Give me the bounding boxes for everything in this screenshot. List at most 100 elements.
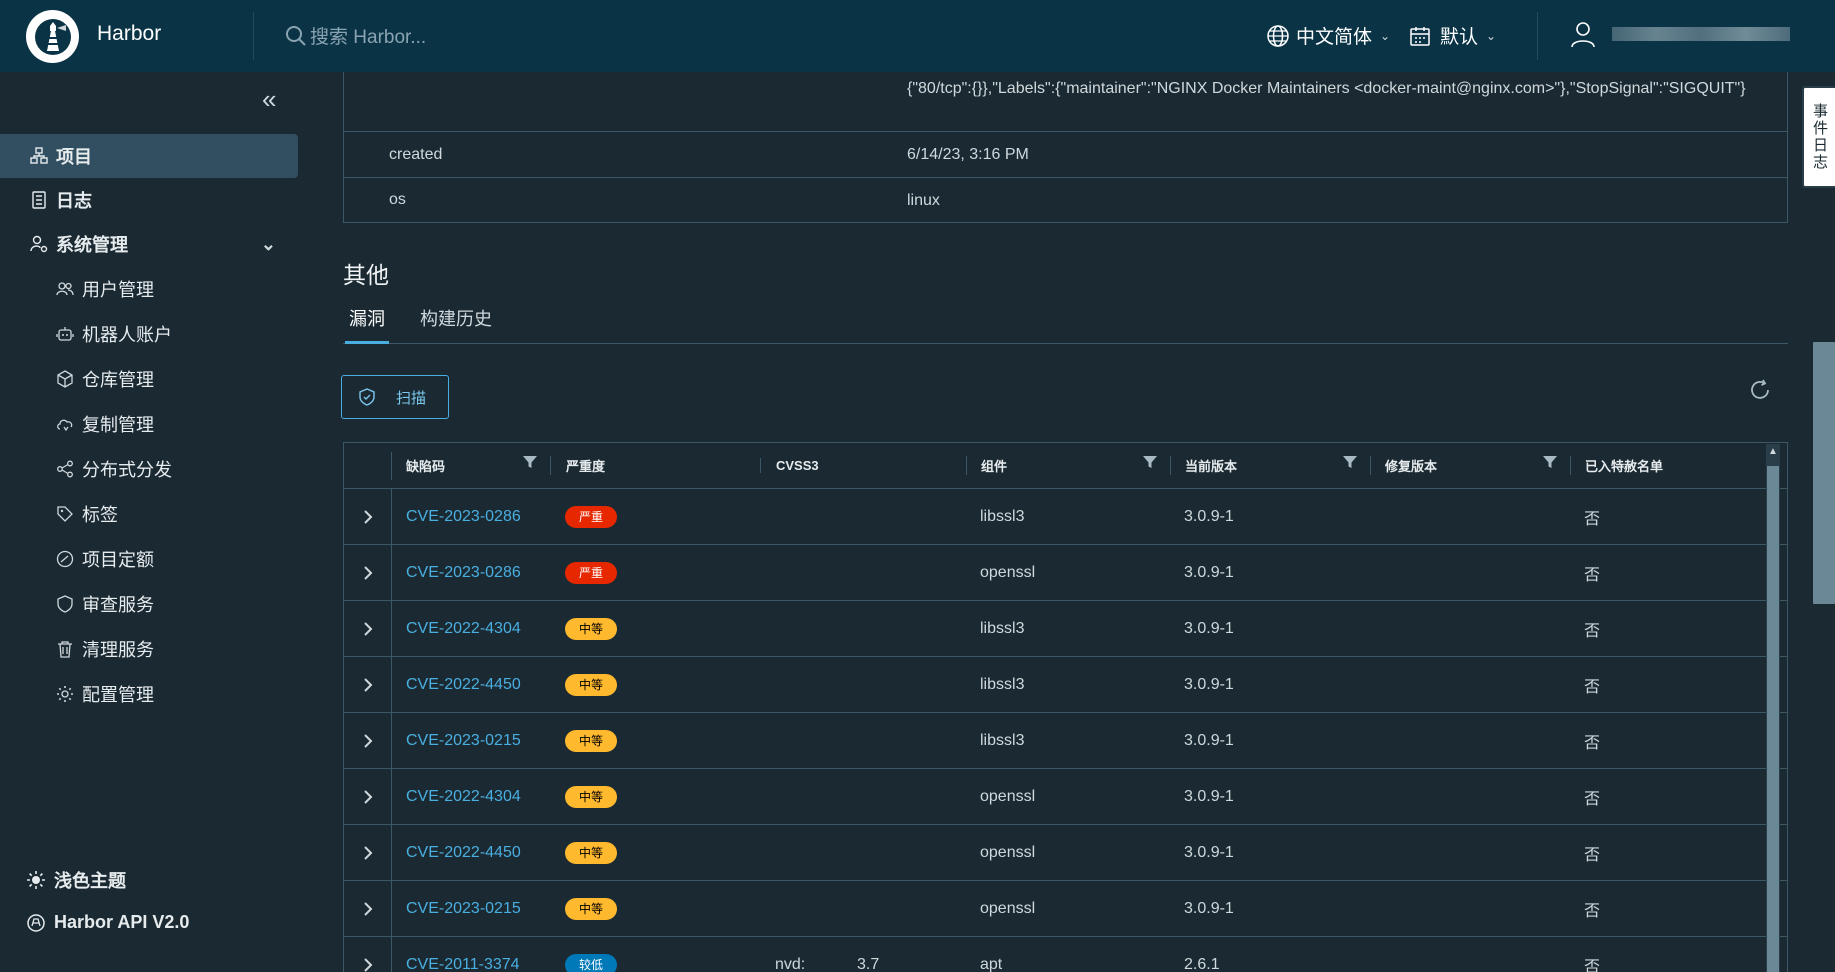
- globe-icon: [1267, 24, 1289, 47]
- row-expander[interactable]: [344, 769, 392, 824]
- row-expander[interactable]: [344, 489, 392, 544]
- sidebar-item-robot-accounts[interactable]: 机器人账户: [0, 312, 298, 356]
- search-box[interactable]: 搜索 Harbor...: [284, 22, 426, 49]
- collapse-sidebar-icon[interactable]: «: [262, 86, 276, 112]
- row-expander[interactable]: [344, 545, 392, 600]
- tab-vulnerabilities[interactable]: 漏洞: [345, 304, 389, 344]
- filter-icon[interactable]: [1342, 454, 1358, 470]
- allowlisted-cell: 否: [1584, 846, 1601, 864]
- api-link[interactable]: Harbor API V2.0: [26, 912, 189, 933]
- cve-link[interactable]: CVE-2011-3374: [406, 956, 520, 972]
- harbor-logo-icon[interactable]: [26, 10, 79, 63]
- event-log-tab[interactable]: 事件日志: [1802, 86, 1835, 188]
- tab-build-history[interactable]: 构建历史: [416, 304, 496, 344]
- cve-link[interactable]: CVE-2022-4450: [406, 844, 521, 861]
- registry-icon: [56, 370, 74, 388]
- sidebar-item-configuration[interactable]: 配置管理: [0, 672, 298, 716]
- table-scrollbar-thumb[interactable]: [1767, 466, 1779, 972]
- table-row[interactable]: CVE-2023-0215 中等 openssl 3.0.9-1 否: [344, 881, 1787, 937]
- cve-link[interactable]: CVE-2022-4304: [406, 620, 521, 637]
- table-row[interactable]: CVE-2011-3374 较低 nvd: 3.7 apt 2.6.1 否: [344, 937, 1787, 972]
- sidebar-item-registries[interactable]: 仓库管理: [0, 357, 298, 401]
- sidebar-item-logs[interactable]: 日志: [0, 178, 298, 222]
- allowlisted-cell: 否: [1584, 734, 1601, 752]
- table-row[interactable]: CVE-2023-0286 严重 libssl3 3.0.9-1 否: [344, 489, 1787, 545]
- current-version-cell: 3.0.9-1: [1184, 563, 1234, 581]
- table-row[interactable]: CVE-2023-0215 中等 libssl3 3.0.9-1 否: [344, 713, 1787, 769]
- package-cell: libssl3: [980, 731, 1025, 749]
- column-header-severity[interactable]: 严重度: [550, 456, 760, 475]
- sidebar-item-label: 用户管理: [82, 280, 154, 300]
- sidebar-item-labels[interactable]: 标签: [0, 492, 298, 536]
- sidebar-item-quotas[interactable]: 项目定额: [0, 537, 298, 581]
- sidebar-item-label: 配置管理: [82, 685, 154, 705]
- column-header-cve[interactable]: 缺陷码: [392, 456, 550, 475]
- cve-link[interactable]: CVE-2023-0215: [406, 900, 521, 917]
- property-value: {"80/tcp":{}},"Labels":{"maintainer":"NG…: [907, 80, 1746, 97]
- username-redacted: [1612, 27, 1790, 41]
- theme-toggle[interactable]: 浅色主题: [26, 867, 126, 893]
- shield-check-icon: [359, 388, 375, 406]
- table-row[interactable]: CVE-2023-0286 严重 openssl 3.0.9-1 否: [344, 545, 1787, 601]
- allowlisted-cell: 否: [1584, 902, 1601, 920]
- column-header-allowlisted[interactable]: 已入特赦名单: [1570, 456, 1787, 475]
- scan-button[interactable]: 扫描: [341, 375, 449, 419]
- sidebar-item-label: 仓库管理: [82, 370, 154, 390]
- header-divider: [1537, 12, 1538, 60]
- chevron-right-icon: [363, 901, 372, 916]
- sidebar-item-replications[interactable]: 复制管理: [0, 402, 298, 446]
- cve-link[interactable]: CVE-2022-4304: [406, 788, 521, 805]
- properties-row: {"80/tcp":{}},"Labels":{"maintainer":"NG…: [344, 72, 1787, 131]
- column-header-cvss3[interactable]: CVSS3: [760, 458, 966, 473]
- column-header-current-version[interactable]: 当前版本: [1170, 456, 1370, 475]
- table-row[interactable]: CVE-2022-4304 中等 libssl3 3.0.9-1 否: [344, 601, 1787, 657]
- table-header: 缺陷码 严重度 CVSS3 组件 当前版本 修复版本 已入特赦名单: [344, 443, 1787, 489]
- vulnerability-table: 缺陷码 严重度 CVSS3 组件 当前版本 修复版本 已入特赦名单 CVE-20…: [343, 442, 1788, 972]
- chevron-right-icon: [363, 789, 372, 804]
- chevron-down-icon: ⌄: [1380, 28, 1391, 43]
- table-row[interactable]: CVE-2022-4450 中等 libssl3 3.0.9-1 否: [344, 657, 1787, 713]
- sidebar-item-label: 分布式分发: [82, 460, 172, 480]
- sidebar-item-admin[interactable]: 系统管理 ⌄: [0, 222, 298, 266]
- sidebar-item-interrogation[interactable]: 审查服务: [0, 582, 298, 626]
- table-row[interactable]: CVE-2022-4304 中等 openssl 3.0.9-1 否: [344, 769, 1787, 825]
- filter-icon[interactable]: [1142, 454, 1158, 470]
- date-format-selector[interactable]: 默认 ⌄: [1408, 22, 1496, 49]
- gear-icon: [56, 685, 74, 703]
- allowlisted-cell: 否: [1584, 958, 1601, 972]
- search-input[interactable]: 搜索 Harbor...: [310, 22, 426, 49]
- language-selector[interactable]: 中文简体 ⌄: [1266, 22, 1390, 49]
- refresh-icon[interactable]: [1748, 378, 1772, 402]
- cve-link[interactable]: CVE-2023-0215: [406, 732, 521, 749]
- cve-link[interactable]: CVE-2023-0286: [406, 564, 521, 581]
- row-expander[interactable]: [344, 881, 392, 936]
- property-key: created: [389, 145, 443, 163]
- cve-link[interactable]: CVE-2022-4450: [406, 676, 521, 693]
- row-expander[interactable]: [344, 657, 392, 712]
- sidebar-item-users[interactable]: 用户管理: [0, 267, 298, 311]
- cve-link[interactable]: CVE-2023-0286: [406, 508, 521, 525]
- projects-icon: [30, 147, 48, 165]
- row-expander[interactable]: [344, 937, 392, 972]
- table-row[interactable]: CVE-2022-4450 中等 openssl 3.0.9-1 否: [344, 825, 1787, 881]
- filter-icon[interactable]: [522, 454, 538, 470]
- row-expander[interactable]: [344, 825, 392, 880]
- sidebar-item-distributions[interactable]: 分布式分发: [0, 447, 298, 491]
- app-title[interactable]: Harbor: [97, 22, 161, 46]
- sidebar-item-gc[interactable]: 清理服务: [0, 627, 298, 671]
- scroll-up-icon[interactable]: ▲: [1768, 446, 1778, 457]
- column-header-package[interactable]: 组件: [966, 456, 1170, 475]
- row-expander[interactable]: [344, 601, 392, 656]
- column-header-fixed-version[interactable]: 修复版本: [1370, 456, 1570, 475]
- top-header: Harbor 搜索 Harbor... 中文简体 ⌄ 默认 ⌄: [0, 0, 1835, 72]
- severity-badge: 严重: [565, 505, 618, 528]
- properties-row: os linux: [344, 177, 1787, 222]
- page-scrollbar-thumb[interactable]: [1813, 342, 1835, 604]
- user-menu[interactable]: [1570, 20, 1790, 48]
- row-expander[interactable]: [344, 713, 392, 768]
- sidebar-item-projects[interactable]: 项目: [0, 134, 298, 178]
- filter-icon[interactable]: [1542, 454, 1558, 470]
- header-divider: [253, 12, 254, 60]
- section-title: 其他: [343, 262, 389, 288]
- main-content: {"80/tcp":{}},"Labels":{"maintainer":"NG…: [298, 72, 1813, 972]
